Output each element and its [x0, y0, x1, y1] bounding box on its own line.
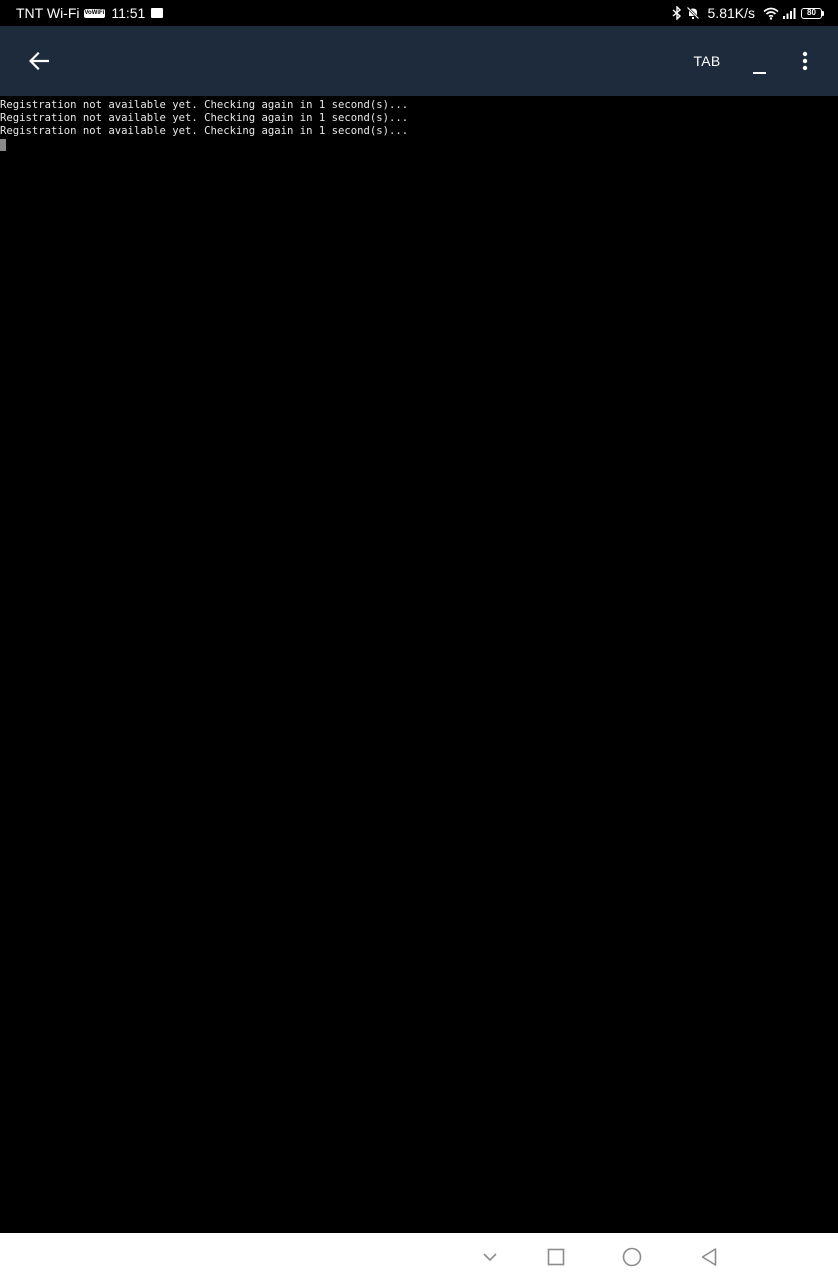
battery-tip [822, 10, 824, 16]
bluetooth-icon [672, 6, 682, 20]
mute-bell-icon [686, 6, 700, 20]
terminal-line: Registration not available yet. Checking… [0, 112, 409, 124]
terminal-line: Registration not available yet. Checking… [0, 99, 409, 111]
underscore-key-button[interactable] [742, 48, 776, 78]
status-time: 11:51 [111, 5, 146, 21]
more-vert-icon [802, 51, 808, 71]
app-toolbar: TAB [0, 26, 838, 96]
back-triangle-icon [701, 1248, 717, 1266]
back-button[interactable] [22, 46, 56, 76]
more-options-button[interactable] [792, 46, 818, 76]
recents-button[interactable] [541, 1242, 571, 1272]
status-bar-left: TNT Wi-Fi VoWiFi 11:51 [16, 5, 164, 21]
battery-icon: 80 [801, 7, 824, 19]
home-button[interactable] [617, 1242, 647, 1272]
chevron-down-icon [483, 1253, 497, 1262]
terminal-cursor [0, 139, 6, 151]
terminal-line: Registration not available yet. Checking… [0, 125, 409, 137]
signal-icon [783, 7, 797, 19]
home-circle-icon [622, 1247, 642, 1267]
net-speed: 5.81K/s [707, 5, 755, 21]
notification-icon [151, 8, 164, 18]
status-bar: TNT Wi-Fi VoWiFi 11:51 5.81K/s 80 [0, 0, 838, 26]
carrier-label: TNT Wi-Fi [16, 5, 80, 21]
wifi-icon [763, 7, 779, 20]
recents-square-icon [547, 1248, 565, 1266]
terminal-cursor-line [0, 138, 838, 155]
back-arrow-icon [29, 52, 49, 70]
hide-keyboard-button[interactable] [475, 1242, 505, 1272]
system-nav-bar [0, 1233, 838, 1280]
status-bar-right: 5.81K/s 80 [672, 5, 824, 21]
terminal-view[interactable]: Registration not available yet. Checking… [0, 96, 838, 1233]
underscore-icon [752, 72, 766, 74]
nav-back-button[interactable] [694, 1242, 724, 1272]
tab-key-button[interactable]: TAB [683, 48, 731, 74]
battery-level: 80 [801, 7, 822, 19]
vowifi-badge: VoWiFi [83, 8, 106, 18]
